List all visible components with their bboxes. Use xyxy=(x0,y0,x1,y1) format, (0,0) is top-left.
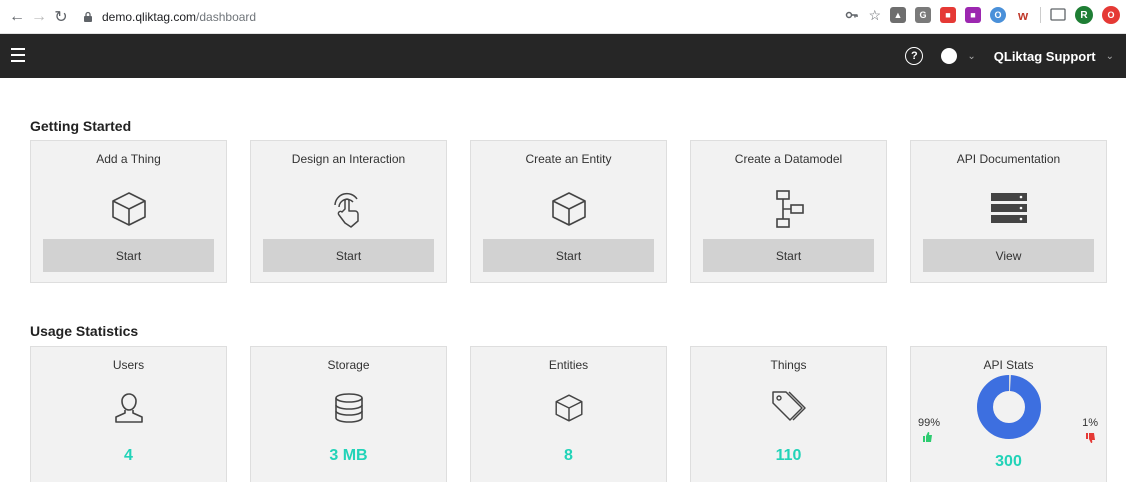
url-path: /dashboard xyxy=(196,9,257,24)
api-fail-percent: 1% xyxy=(1082,417,1098,429)
purple-extension-icon[interactable]: ■ xyxy=(965,7,981,23)
card-title: Add a Thing xyxy=(96,152,161,166)
forward-arrow-icon[interactable]: → xyxy=(28,6,50,28)
red-extension-icon[interactable]: ■ xyxy=(940,7,956,23)
stat-card-api-stats: API Stats 99% 1% 300 xyxy=(910,346,1107,482)
extension-area: ☆ ▲ G ■ ■ O w R O xyxy=(845,6,1120,24)
opera-extension-icon[interactable]: O xyxy=(1102,6,1120,24)
cube-icon xyxy=(554,394,583,422)
card-title: API Documentation xyxy=(956,152,1061,166)
card-title: Storage xyxy=(327,358,370,372)
start-button[interactable]: Start xyxy=(43,239,214,272)
chevron-down-icon[interactable]: ⌄ xyxy=(1106,51,1114,62)
chevron-down-icon[interactable]: ⌄ xyxy=(967,51,975,62)
back-arrow-icon[interactable]: ← xyxy=(6,6,28,28)
card-create-entity: Create an Entity Start xyxy=(470,140,667,283)
bookmark-star-icon[interactable]: ☆ xyxy=(868,7,881,24)
view-button[interactable]: View xyxy=(923,239,1094,272)
donut-success-segment xyxy=(976,375,1041,439)
card-title: Users xyxy=(112,358,145,372)
stat-card-things: Things 110 xyxy=(690,346,887,482)
card-title: Design an Interaction xyxy=(291,152,406,166)
stat-card-entities: Entities 8 xyxy=(470,346,667,482)
user-icon xyxy=(114,393,143,423)
card-design-interaction: Design an Interaction Start xyxy=(250,140,447,283)
section-title-usage-statistics: Usage Statistics xyxy=(30,323,139,339)
key-icon[interactable] xyxy=(845,8,859,22)
api-total: 300 xyxy=(995,453,1022,470)
card-add-thing: Add a Thing Start xyxy=(30,140,227,283)
cast-icon[interactable] xyxy=(1050,8,1066,22)
w-extension-icon[interactable]: w xyxy=(1015,7,1031,23)
card-api-documentation: API Documentation View xyxy=(910,140,1107,283)
g-extension-icon[interactable]: G xyxy=(915,7,931,23)
url-host: demo.qliktag.com xyxy=(102,9,197,24)
cube-icon xyxy=(111,192,146,226)
thumbs-up-icon xyxy=(923,432,932,442)
tap-hand-icon xyxy=(333,192,359,228)
user-menu[interactable]: QLiktag Support xyxy=(994,49,1096,64)
profile-avatar[interactable]: R xyxy=(1075,6,1093,24)
card-title: Create an Entity xyxy=(525,152,612,166)
card-title: Entities xyxy=(548,358,589,372)
datamodel-icon xyxy=(775,190,804,228)
blue-extension-icon[interactable]: O xyxy=(990,7,1006,23)
start-button[interactable]: Start xyxy=(483,239,654,272)
toolbar-separator xyxy=(1040,7,1041,23)
address-bar[interactable]: demo.qliktag.com/dashboard xyxy=(82,5,256,29)
card-title: Things xyxy=(770,358,807,372)
browser-toolbar: ← → ↻ demo.qliktag.com/dashboard ☆ ▲ G ■… xyxy=(0,0,1126,34)
cube-icon xyxy=(551,192,586,226)
stat-card-users: Users 4 xyxy=(30,346,227,482)
database-icon xyxy=(334,393,363,423)
tags-icon xyxy=(771,391,806,421)
lock-icon xyxy=(84,11,92,22)
api-success-percent: 99% xyxy=(918,417,941,429)
card-create-datamodel: Create a Datamodel Start xyxy=(690,140,887,283)
stat-card-storage: Storage 3 MB xyxy=(250,346,447,482)
section-title-getting-started: Getting Started xyxy=(30,118,132,134)
header-right: ? ⌄ QLiktag Support ⌄ xyxy=(905,34,1114,78)
api-stats-donut-chart xyxy=(976,375,1041,439)
things-count: 110 xyxy=(775,447,802,464)
card-title: Create a Datamodel xyxy=(734,152,843,166)
start-button[interactable]: Start xyxy=(263,239,434,272)
storage-value: 3 MB xyxy=(329,447,368,464)
hamburger-menu-icon[interactable] xyxy=(11,48,25,62)
reload-icon[interactable]: ↻ xyxy=(50,6,72,28)
globe-icon[interactable] xyxy=(941,48,958,64)
entities-count: 8 xyxy=(564,447,573,464)
help-icon[interactable]: ? xyxy=(905,47,924,65)
thumbs-down-icon xyxy=(1086,433,1095,443)
start-button[interactable]: Start xyxy=(703,239,874,272)
users-count: 4 xyxy=(124,447,133,464)
server-icon xyxy=(990,193,1027,223)
card-title: API Stats xyxy=(983,358,1034,372)
drive-extension-icon[interactable]: ▲ xyxy=(890,7,906,23)
app-header: ? ⌄ QLiktag Support ⌄ xyxy=(0,34,1126,78)
